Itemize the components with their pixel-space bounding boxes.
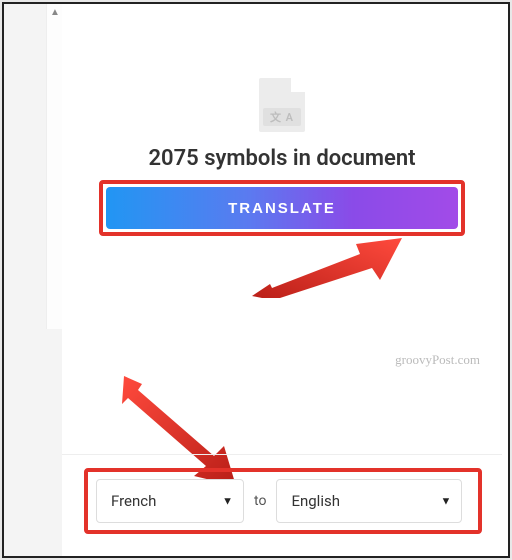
translate-doc-icon: 文 A	[249, 78, 315, 132]
source-language-select[interactable]: French ▼	[96, 479, 244, 523]
chevron-down-icon: ▼	[441, 495, 452, 508]
target-language-select[interactable]: English ▼	[276, 479, 462, 523]
panel-divider	[62, 454, 502, 455]
target-language-value: English	[291, 492, 340, 510]
symbol-count-label: 2075 symbols in document	[62, 146, 502, 171]
scroll-up-icon[interactable]: ▲	[50, 7, 60, 18]
language-selector-highlight: French ▼ to English ▼	[84, 468, 482, 534]
translate-glyph-icon: 文 A	[263, 108, 301, 126]
watermark-text: groovyPost.com	[395, 352, 480, 368]
to-label: to	[254, 493, 266, 509]
translate-button[interactable]: TRANSLATE	[106, 187, 458, 229]
gutter-scrollbar[interactable]: ▲	[46, 4, 62, 329]
screenshot-frame: ▲ 文 A 2075 symbols in document TRANSLATE…	[2, 2, 510, 558]
annotation-arrow-icon	[252, 238, 402, 298]
chevron-down-icon: ▼	[222, 495, 233, 508]
source-language-value: French	[111, 492, 156, 510]
translate-panel: 文 A 2075 symbols in document TRANSLATE g…	[62, 4, 502, 556]
document-gutter: ▲	[4, 4, 62, 556]
translate-button-highlight: TRANSLATE	[99, 180, 465, 236]
